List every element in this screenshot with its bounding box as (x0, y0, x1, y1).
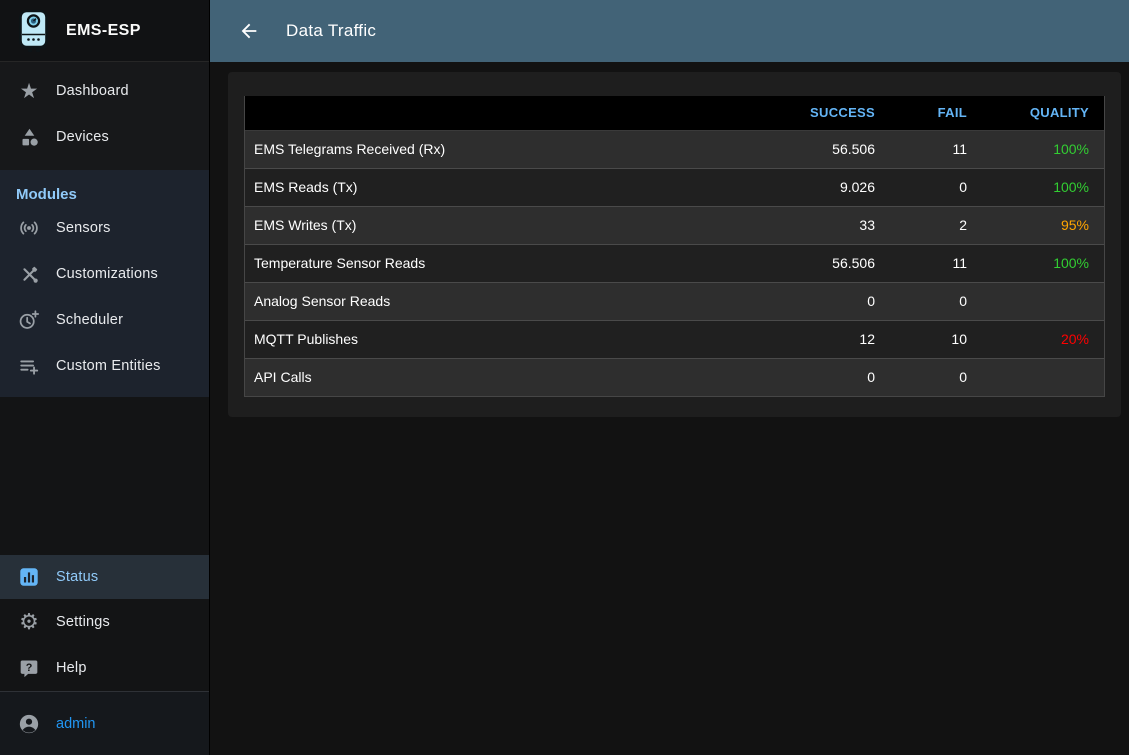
row-fail-cell: 11 (890, 130, 982, 168)
sidebar-item-settings[interactable]: ⚙ Settings (0, 599, 209, 645)
row-quality-cell: 20% (982, 320, 1104, 358)
row-fail-cell: 0 (890, 358, 982, 396)
table-row: EMS Reads (Tx) 9.026 0 100% (245, 168, 1104, 206)
sidebar-item-label: Scheduler (56, 312, 123, 328)
row-name-cell: Analog Sensor Reads (245, 282, 762, 320)
row-success-cell: 12 (762, 320, 890, 358)
boiler-logo-icon (16, 9, 50, 53)
sidebar-modules-section: Modules Sensors (0, 170, 209, 397)
sidebar-item-label: Custom Entities (56, 358, 161, 374)
column-header-success: SUCCESS (762, 96, 890, 130)
sidebar-item-scheduler[interactable]: Scheduler (0, 297, 209, 343)
table-row: EMS Telegrams Received (Rx) 56.506 11 10… (245, 130, 1104, 168)
sidebar-item-label: Devices (56, 129, 109, 145)
category-icon (0, 127, 56, 148)
row-name-cell: EMS Writes (Tx) (245, 206, 762, 244)
main-area: Data Traffic SUCCESS FAIL QUALITY (210, 0, 1129, 755)
sidebar-item-label: Dashboard (56, 83, 129, 99)
table-row: MQTT Publishes 12 10 20% (245, 320, 1104, 358)
table-row: Analog Sensor Reads 0 0 (245, 282, 1104, 320)
row-success-cell: 56.506 (762, 244, 890, 282)
user-name-label: admin (56, 716, 96, 732)
row-name-cell: Temperature Sensor Reads (245, 244, 762, 282)
row-quality-cell (982, 282, 1104, 320)
sidebar-item-dashboard[interactable]: ★ Dashboard (0, 68, 209, 114)
sensors-icon (0, 217, 56, 239)
sidebar: EMS-ESP ★ Dashboard Devices Modules (0, 0, 210, 755)
svg-text:?: ? (26, 662, 33, 674)
row-name-cell: API Calls (245, 358, 762, 396)
star-icon: ★ (0, 81, 56, 102)
row-name-cell: EMS Telegrams Received (Rx) (245, 130, 762, 168)
analytics-icon (0, 566, 56, 588)
row-fail-cell: 10 (890, 320, 982, 358)
row-fail-cell: 11 (890, 244, 982, 282)
row-quality-cell: 100% (982, 130, 1104, 168)
app-title: EMS-ESP (66, 22, 141, 40)
sidebar-item-label: Help (56, 660, 87, 676)
sidebar-item-customizations[interactable]: Customizations (0, 251, 209, 297)
sidebar-item-help[interactable]: ? Help (0, 645, 209, 691)
row-fail-cell: 2 (890, 206, 982, 244)
column-header-name (245, 96, 762, 130)
construction-icon (0, 264, 56, 285)
back-button[interactable] (234, 16, 264, 46)
sidebar-item-custom-entities[interactable]: Custom Entities (0, 343, 209, 389)
row-success-cell: 0 (762, 282, 890, 320)
row-quality-cell: 100% (982, 244, 1104, 282)
sidebar-spacer (0, 397, 209, 555)
gear-icon: ⚙ (0, 611, 56, 633)
modules-section-label: Modules (0, 170, 209, 205)
column-header-fail: FAIL (890, 96, 982, 130)
row-quality-cell: 100% (982, 168, 1104, 206)
row-fail-cell: 0 (890, 282, 982, 320)
content-area: SUCCESS FAIL QUALITY EMS Telegrams Recei… (210, 62, 1129, 755)
row-name-cell: EMS Reads (Tx) (245, 168, 762, 206)
row-fail-cell: 0 (890, 168, 982, 206)
column-header-quality: QUALITY (982, 96, 1104, 130)
help-icon: ? (0, 658, 56, 678)
sidebar-item-label: Customizations (56, 266, 158, 282)
page-title: Data Traffic (286, 21, 376, 41)
sidebar-item-label: Sensors (56, 220, 111, 236)
appbar: Data Traffic (210, 0, 1129, 62)
sidebar-nav-top: ★ Dashboard Devices (0, 62, 209, 170)
sidebar-item-sensors[interactable]: Sensors (0, 205, 209, 251)
row-success-cell: 56.506 (762, 130, 890, 168)
row-quality-cell (982, 358, 1104, 396)
row-success-cell: 0 (762, 358, 890, 396)
sidebar-item-devices[interactable]: Devices (0, 114, 209, 160)
more-time-icon (0, 309, 56, 331)
row-success-cell: 33 (762, 206, 890, 244)
sidebar-item-label: Status (56, 569, 98, 585)
sidebar-item-status[interactable]: Status (0, 555, 209, 599)
account-circle-icon (0, 713, 56, 735)
sidebar-item-label: Settings (56, 614, 110, 630)
sidebar-user-admin[interactable]: admin (0, 691, 209, 755)
data-traffic-table: SUCCESS FAIL QUALITY EMS Telegrams Recei… (244, 96, 1105, 397)
table-row: API Calls 0 0 (245, 358, 1104, 396)
row-quality-cell: 95% (982, 206, 1104, 244)
sidebar-nav-bottom: Status ⚙ Settings ? Help (0, 555, 209, 691)
arrow-back-icon (238, 20, 260, 42)
table-header-row: SUCCESS FAIL QUALITY (245, 96, 1104, 130)
app-logo-header: EMS-ESP (0, 0, 209, 62)
data-traffic-card: SUCCESS FAIL QUALITY EMS Telegrams Recei… (228, 72, 1121, 417)
row-name-cell: MQTT Publishes (245, 320, 762, 358)
table-row: EMS Writes (Tx) 33 2 95% (245, 206, 1104, 244)
table-row: Temperature Sensor Reads 56.506 11 100% (245, 244, 1104, 282)
row-success-cell: 9.026 (762, 168, 890, 206)
playlist-add-icon (0, 355, 56, 377)
